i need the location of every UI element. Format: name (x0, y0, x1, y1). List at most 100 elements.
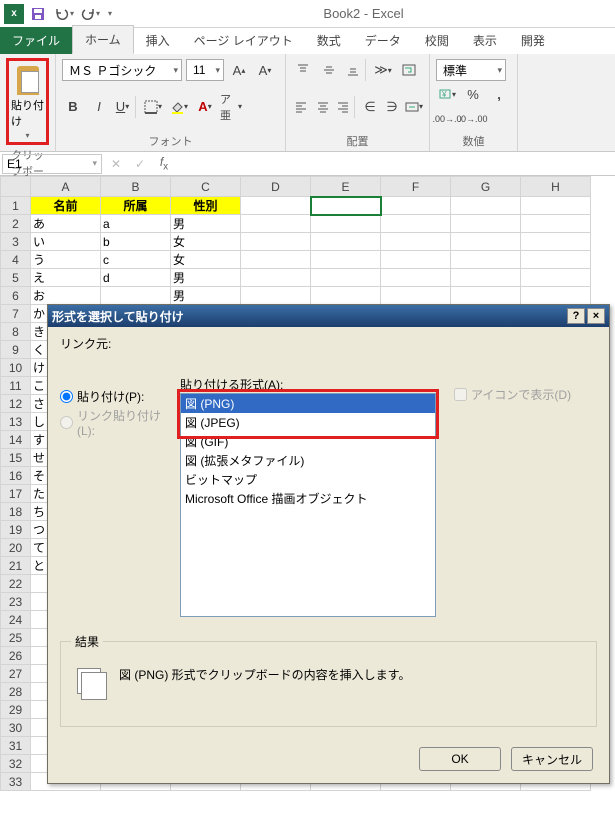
cell[interactable] (381, 215, 451, 233)
column-header[interactable]: F (381, 177, 451, 197)
align-center-button[interactable] (314, 96, 332, 118)
number-format-combo[interactable]: 標準 (436, 59, 506, 81)
cell[interactable]: 女 (171, 233, 241, 251)
column-header[interactable]: E (311, 177, 381, 197)
percent-button[interactable]: % (462, 83, 484, 105)
row-header[interactable]: 23 (1, 593, 31, 611)
row-header[interactable]: 24 (1, 611, 31, 629)
font-color-button[interactable]: A▾ (194, 96, 216, 118)
row-header[interactable]: 10 (1, 359, 31, 377)
cell[interactable] (521, 215, 591, 233)
cell[interactable] (521, 269, 591, 287)
row-header[interactable]: 12 (1, 395, 31, 413)
cell[interactable] (311, 197, 381, 215)
cell[interactable]: う (31, 251, 101, 269)
tab-page-layout[interactable]: ページ レイアウト (182, 27, 305, 54)
cancel-button[interactable]: キャンセル (511, 747, 593, 771)
phonetic-button[interactable]: ア亜▾ (220, 96, 242, 118)
tab-review[interactable]: 校閲 (413, 27, 461, 54)
name-box[interactable]: E1 (2, 154, 102, 174)
align-middle-button[interactable] (318, 59, 340, 81)
cell[interactable] (241, 269, 311, 287)
cell[interactable]: a (101, 215, 171, 233)
cell[interactable]: お (31, 287, 101, 305)
tab-data[interactable]: データ (353, 27, 413, 54)
decrease-font-button[interactable]: A▾ (254, 59, 276, 81)
cell[interactable] (381, 197, 451, 215)
dialog-title-bar[interactable]: 形式を選択して貼り付け ? × (48, 305, 609, 327)
tab-file[interactable]: ファイル (0, 27, 72, 54)
cell[interactable] (381, 251, 451, 269)
paste-radio[interactable]: 貼り付け(P): (60, 388, 172, 405)
row-header[interactable]: 30 (1, 719, 31, 737)
row-header[interactable]: 33 (1, 773, 31, 791)
row-header[interactable]: 19 (1, 521, 31, 539)
row-header[interactable]: 17 (1, 485, 31, 503)
row-header[interactable]: 29 (1, 701, 31, 719)
format-option[interactable]: 図 (拡張メタファイル) (181, 451, 435, 470)
row-header[interactable]: 28 (1, 683, 31, 701)
row-header[interactable]: 2 (1, 215, 31, 233)
column-header[interactable]: G (451, 177, 521, 197)
cell[interactable] (241, 251, 311, 269)
row-header[interactable]: 11 (1, 377, 31, 395)
row-header[interactable]: 14 (1, 431, 31, 449)
row-header[interactable]: 32 (1, 755, 31, 773)
cell[interactable]: 女 (171, 251, 241, 269)
row-header[interactable]: 6 (1, 287, 31, 305)
format-option[interactable]: 図 (GIF) (181, 432, 435, 451)
formula-input[interactable] (176, 154, 615, 174)
align-left-button[interactable] (292, 96, 310, 118)
font-size-combo[interactable]: 11 (186, 59, 224, 81)
cell[interactable] (381, 233, 451, 251)
tab-home[interactable]: ホーム (72, 25, 134, 54)
increase-indent-button[interactable]: ∋ (383, 96, 401, 118)
font-name-combo[interactable]: ＭＳ Ｐゴシック (62, 59, 182, 81)
cell[interactable] (451, 251, 521, 269)
paste-radio-input[interactable] (60, 390, 73, 403)
cell[interactable] (521, 287, 591, 305)
cell[interactable] (451, 269, 521, 287)
format-option[interactable]: 図 (PNG) (181, 394, 435, 413)
fx-button[interactable]: fx (152, 155, 176, 172)
column-header[interactable]: B (101, 177, 171, 197)
tab-developer[interactable]: 開発 (509, 27, 557, 54)
row-header[interactable]: 16 (1, 467, 31, 485)
row-header[interactable]: 13 (1, 413, 31, 431)
cell[interactable] (451, 287, 521, 305)
format-option[interactable]: Microsoft Office 描画オブジェクト (181, 489, 435, 508)
format-listbox[interactable]: 図 (PNG)図 (JPEG)図 (GIF)図 (拡張メタファイル)ビットマップ… (180, 393, 436, 617)
comma-button[interactable]: , (488, 83, 510, 105)
underline-button[interactable]: U ▾ (114, 96, 136, 118)
increase-font-button[interactable]: A▴ (228, 59, 250, 81)
cell[interactable]: 男 (171, 215, 241, 233)
cell[interactable] (311, 215, 381, 233)
format-option[interactable]: ビットマップ (181, 470, 435, 489)
cell[interactable]: 男 (171, 287, 241, 305)
cell[interactable] (521, 233, 591, 251)
cell[interactable]: い (31, 233, 101, 251)
row-header[interactable]: 4 (1, 251, 31, 269)
cell[interactable] (311, 233, 381, 251)
column-header[interactable]: D (241, 177, 311, 197)
cell[interactable] (311, 287, 381, 305)
row-header[interactable]: 9 (1, 341, 31, 359)
cell[interactable] (241, 197, 311, 215)
merge-button[interactable]: ▾ (405, 96, 423, 118)
cell[interactable] (241, 233, 311, 251)
column-header[interactable]: C (171, 177, 241, 197)
tab-view[interactable]: 表示 (461, 27, 509, 54)
decrease-indent-button[interactable]: ∈ (361, 96, 379, 118)
cell[interactable] (521, 251, 591, 269)
decrease-decimal-button[interactable]: .0→.00 (462, 108, 484, 130)
fill-color-button[interactable]: ▾ (168, 96, 190, 118)
cell[interactable]: b (101, 233, 171, 251)
dialog-help-button[interactable]: ? (567, 308, 585, 324)
align-top-button[interactable] (292, 59, 314, 81)
cell[interactable] (241, 287, 311, 305)
align-right-button[interactable] (336, 96, 355, 118)
row-header[interactable]: 20 (1, 539, 31, 557)
row-header[interactable]: 5 (1, 269, 31, 287)
italic-button[interactable]: I (88, 96, 110, 118)
align-bottom-button[interactable] (344, 59, 366, 81)
